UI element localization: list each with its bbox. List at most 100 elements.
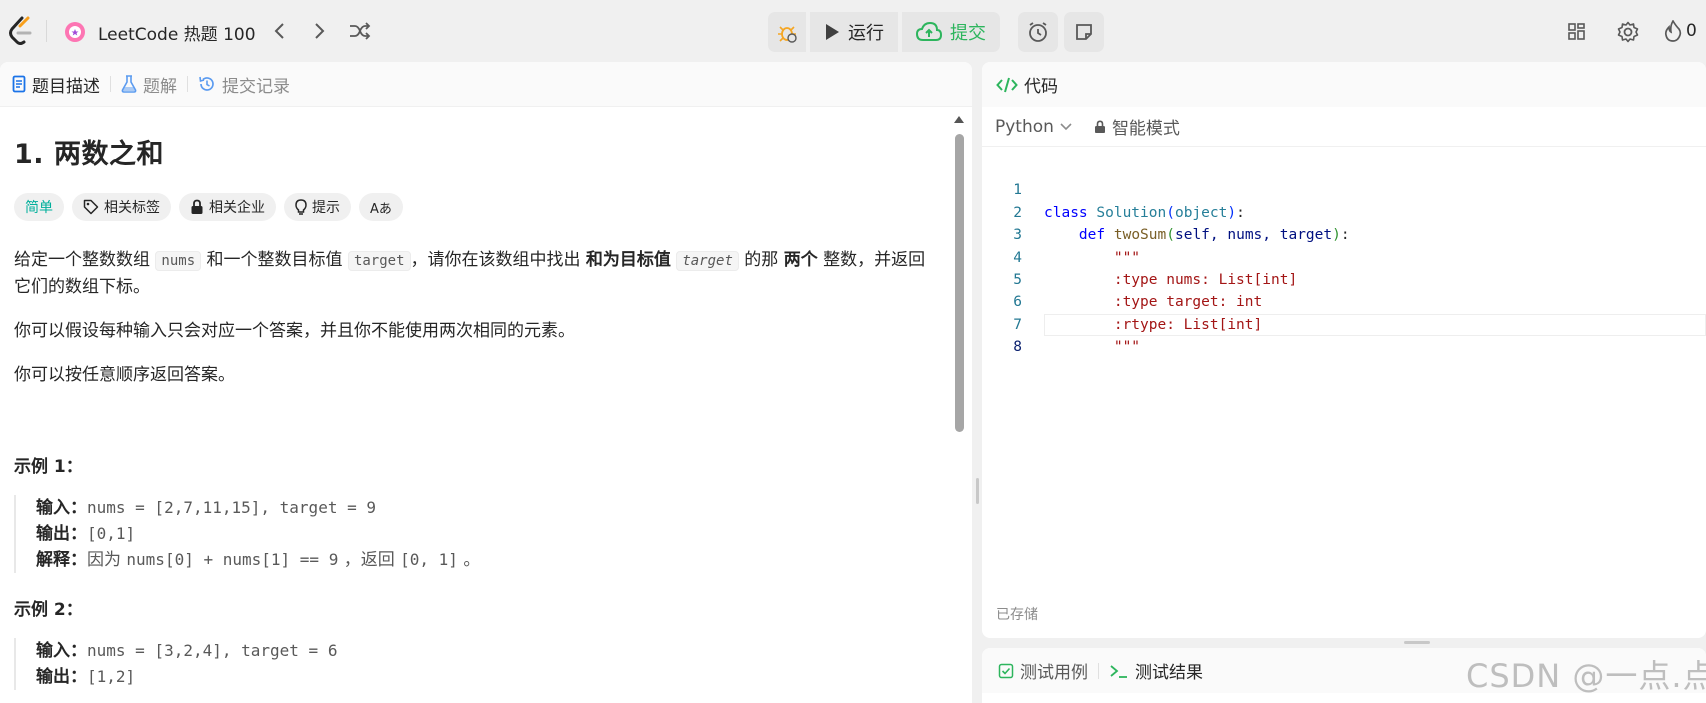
example-explain-row: 解释：因为 nums[0] + nums[1] == 9 ，返回 [0, 1] …	[36, 547, 934, 573]
tab-solutions-label: 题解	[143, 76, 177, 97]
problem-tags: 简单 相关标签 相关企业 提示 Aあ	[14, 193, 934, 221]
difficulty-badge[interactable]: 简单	[14, 193, 64, 221]
hint-button[interactable]: 提示	[284, 193, 351, 221]
next-problem-button[interactable]	[307, 19, 331, 43]
divider	[110, 76, 111, 92]
flask-icon	[121, 75, 137, 93]
watermark: CSDN @一点.点	[1466, 657, 1706, 695]
settings-button[interactable]	[1616, 20, 1640, 44]
cloud-upload-icon	[916, 22, 942, 41]
run-submit-group: 运行 提交	[768, 12, 1000, 52]
tab-testcases-label: 测试用例	[1020, 663, 1088, 683]
code-line: 3 """	[982, 202, 1706, 265]
shuffle-icon	[350, 22, 371, 40]
order-note: 你可以按任意顺序返回答案。	[14, 365, 235, 385]
tab-submissions[interactable]: 提交记录	[198, 72, 290, 97]
statement-bold: 两个	[783, 250, 818, 270]
code-panel-title: 代码	[1024, 77, 1058, 97]
example-output-row: 输出：[0,1]	[36, 521, 934, 547]
run-button[interactable]: 运行	[810, 12, 898, 52]
run-label: 运行	[848, 23, 884, 44]
timer-button[interactable]	[1018, 12, 1058, 52]
tab-test-results[interactable]: 测试结果	[1109, 658, 1203, 683]
leetcode-logo-icon[interactable]	[8, 16, 34, 46]
lock-icon	[191, 199, 203, 214]
chevron-right-icon	[315, 23, 325, 39]
tab-test-results-label: 测试结果	[1135, 663, 1203, 683]
chevron-down-icon	[1060, 122, 1072, 130]
related-tags-button[interactable]: 相关标签	[72, 193, 171, 221]
hint-label: 提示	[312, 200, 340, 216]
translate-button[interactable]: Aあ	[359, 193, 403, 221]
example-input-row: 输入：nums = [3,2,4], target = 6	[36, 638, 934, 664]
flame-icon	[1664, 20, 1682, 42]
inline-code: target	[347, 251, 411, 271]
submit-button[interactable]: 提交	[902, 12, 1000, 52]
constraint-note: 你可以假设每种输入只会对应一个答案，并且你不能使用两次相同的元素。	[14, 321, 575, 341]
divider	[187, 76, 188, 92]
scroll-up-arrow-icon[interactable]	[954, 116, 964, 123]
divider	[1098, 662, 1099, 679]
example-output: [1,2]	[87, 667, 136, 686]
tab-description[interactable]: 题目描述	[12, 72, 100, 97]
explain-code: nums[0] + nums[1] == 9	[126, 550, 339, 569]
statement-text: 的那	[738, 250, 784, 270]
problem-statement: 给定一个整数数组 nums 和一个整数目标值 target ，请你在该数组中找出 …	[14, 247, 934, 300]
example-block: 输入：nums = [2,7,11,15], target = 9 输出：[0,…	[14, 495, 934, 573]
tab-solutions[interactable]: 题解	[121, 72, 177, 97]
current-line-highlight	[1044, 313, 1706, 337]
mode-label: 智能模式	[1111, 119, 1180, 139]
example-block: 输入：nums = [3,2,4], target = 6 输出：[1,2]	[14, 638, 934, 690]
description-tabs: 题目描述 题解 提交记录	[0, 62, 972, 107]
code-line: 5 :type target: int	[982, 247, 1706, 310]
notes-button[interactable]	[1064, 12, 1104, 52]
lock-icon	[1094, 119, 1105, 133]
code-line: 6 :rtype: List[int]	[982, 269, 1706, 332]
tag-icon	[83, 199, 99, 215]
scrollbar-thumb[interactable]	[955, 134, 964, 432]
alarm-clock-icon	[1029, 22, 1047, 42]
history-icon	[199, 76, 214, 91]
tab-description-label: 题目描述	[32, 76, 100, 97]
document-icon	[12, 75, 26, 93]
language-select[interactable]: Python	[995, 117, 1072, 137]
explain-label: 解释：	[36, 550, 87, 570]
code-line: 2 def twoSum(self, nums, target):	[982, 179, 1706, 243]
code-line: 7 """	[982, 291, 1706, 355]
inline-code: nums	[155, 251, 202, 271]
chevron-left-icon	[274, 23, 284, 39]
code-text: """	[1044, 336, 1140, 358]
tab-submissions-label: 提交记录	[222, 76, 290, 97]
code-line: 1 class Solution(object):	[982, 157, 1706, 220]
smart-mode-toggle[interactable]: 智能模式	[1094, 114, 1180, 139]
code-editor[interactable]: 1 class Solution(object): 2 def twoSum(s…	[982, 157, 1706, 357]
horizontal-resize-handle[interactable]	[1404, 641, 1430, 644]
language-label: Python	[995, 116, 1054, 137]
problem-list-title[interactable]: LeetCode 热题 100	[98, 20, 256, 45]
note-icon	[1076, 24, 1092, 40]
code-icon	[996, 77, 1018, 92]
description-scrollbar[interactable]	[952, 110, 966, 703]
layout-button[interactable]	[1565, 20, 1589, 44]
explain-text: 因为	[87, 550, 127, 570]
random-problem-button[interactable]	[348, 19, 372, 43]
streak-counter[interactable]: 0	[1664, 20, 1697, 42]
debug-button[interactable]	[768, 12, 806, 52]
example-input: nums = [3,2,4], target = 6	[87, 641, 338, 660]
terminal-icon	[1110, 664, 1127, 678]
code-panel: 代码 Python 智能模式 1 class Solution(object):…	[982, 62, 1706, 638]
checkbox-icon	[998, 663, 1014, 678]
translate-icon: Aあ	[370, 201, 392, 217]
explain-text: 。	[457, 550, 481, 570]
tab-testcases[interactable]: 测试用例	[998, 658, 1088, 683]
divider	[46, 20, 47, 42]
line-number: 8	[1013, 339, 1022, 356]
prev-problem-button[interactable]	[268, 19, 292, 43]
statement-text: ，请你在该数组中找出	[410, 250, 586, 270]
problem-description: 1. 两数之和 简单 相关标签 相关企业 提示 Aあ 给定一个整数数组 nums…	[14, 132, 934, 690]
example-title: 示例 2：	[14, 600, 83, 620]
related-companies-label: 相关企业	[209, 200, 265, 216]
output-label: 输出：	[36, 524, 87, 544]
related-companies-button[interactable]: 相关企业	[179, 193, 276, 221]
vertical-resize-handle[interactable]	[976, 478, 979, 504]
